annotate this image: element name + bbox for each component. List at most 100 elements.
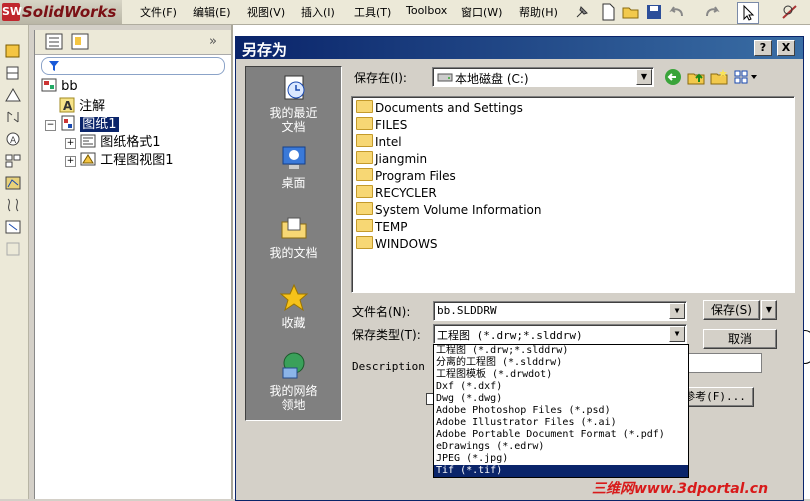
place-favorites[interactable]: 收藏 [246,283,341,330]
projected-view-icon[interactable] [4,65,22,81]
folder-label: Jiangmin [375,152,428,166]
help-button[interactable]: ? [754,40,772,56]
filetype-label: 保存类型(T): [352,328,421,342]
pin-icon[interactable] [572,2,592,22]
filetype-option[interactable]: 工程图 (*.drw;*.slddrw) [434,345,688,357]
expand-panel-icon[interactable]: » [209,34,217,49]
standard-3-view-icon[interactable] [4,153,22,169]
filetype-option[interactable]: Tif (*.tif) [434,465,688,477]
save-icon[interactable] [644,2,664,22]
folder-list[interactable]: Documents and Settings FILES Intel Jiangmin… [351,96,795,293]
save-options-dropdown[interactable]: ▼ [761,300,777,320]
menu-view[interactable]: 视图(V) [247,4,285,20]
auxiliary-view-icon[interactable] [4,87,22,103]
menu-toolbox[interactable]: Toolbox [406,4,447,17]
folder-item[interactable]: Documents and Settings [356,100,523,117]
dialog-title: 另存为 [242,41,288,59]
new-file-icon[interactable] [598,2,618,22]
filetype-option[interactable]: JPEG (*.jpg) [434,453,688,465]
expand-icon[interactable]: + [65,156,76,167]
collapse-icon[interactable]: − [45,120,56,131]
filter-input[interactable] [41,57,225,75]
filetype-option[interactable]: eDrawings (*.edrw) [434,441,688,453]
close-button[interactable]: X [777,40,795,56]
folder-item[interactable]: TEMP [356,219,408,236]
open-folder-icon[interactable] [621,2,641,22]
filename-value: bb.SLDDRW [437,304,497,317]
menu-file[interactable]: 文件(F) [140,4,177,20]
place-network[interactable]: 我的网络 领地 [246,351,341,412]
model-view-icon[interactable] [4,43,22,59]
undo-icon[interactable] [667,2,687,22]
filetype-combo[interactable]: 工程图 (*.drw;*.slddrw) ▼ [433,324,687,344]
filetype-option[interactable]: Adobe Illustrator Files (*.ai) [434,417,688,429]
cancel-button[interactable]: 取消 [703,329,777,349]
chevron-down-icon[interactable]: ▼ [669,326,685,342]
menu-insert[interactable]: 插入(I) [301,4,335,20]
menu-edit[interactable]: 编辑(E) [193,4,231,20]
chevron-down-icon[interactable]: ▼ [669,303,685,319]
folder-icon [356,219,373,232]
folder-item[interactable]: RECYCLER [356,185,437,202]
filetype-option[interactable]: Adobe Photoshop Files (*.psd) [434,405,688,417]
crop-view-icon[interactable] [4,219,22,235]
chevron-down-icon: ▼ [765,305,773,314]
property-manager-tab-icon[interactable] [71,33,89,50]
tree-item-annotations[interactable]: A 注解 [59,95,105,114]
description-input[interactable] [688,353,762,373]
folder-item[interactable]: WINDOWS [356,236,438,253]
filetype-option[interactable]: Dwg (*.dwg) [434,393,688,405]
menu-help[interactable]: 帮助(H) [519,4,558,20]
tree-item-sheet[interactable]: − 图纸1 [45,113,119,132]
filetype-option[interactable]: 工程图模板 (*.drwdot) [434,369,688,381]
back-arrow-icon[interactable] [664,68,682,86]
folder-item[interactable]: System Volume Information [356,202,541,219]
tree-item-sheet-format[interactable]: + 图纸格式1 [65,131,161,150]
chevron-down-icon[interactable]: ▼ [636,69,652,85]
folder-item[interactable]: FILES [356,117,407,134]
tree-item-drawing-view[interactable]: + 工程图视图1 [65,149,174,168]
new-folder-icon[interactable] [710,68,728,86]
filetype-option[interactable]: Dxf (*.dxf) [434,381,688,393]
filename-input[interactable]: bb.SLDDRW ▼ [433,301,687,321]
tree-item-label: bb [61,79,78,94]
save-in-combo[interactable]: 本地磁盘 (C:) ▼ [432,67,654,87]
favorites-star-icon [279,283,308,312]
folder-icon [356,134,373,147]
filetype-option[interactable]: Adobe Portable Document Format (*.pdf) [434,429,688,441]
menu-tools[interactable]: 工具(T) [354,4,391,20]
redo-icon[interactable] [702,2,722,22]
section-view-icon[interactable] [4,109,22,125]
folder-item[interactable]: Program Files [356,168,456,185]
folder-label: FILES [375,118,408,132]
dialog-title-bar: 另存为 ? X [236,37,803,59]
save-button[interactable]: 保存(S) [703,300,760,320]
tree-item-label: 工程图视图1 [100,153,174,168]
break-icon[interactable] [4,197,22,213]
place-recent-documents[interactable]: 我的最近 文档 [246,73,341,134]
alternate-position-icon [6,242,20,256]
select-cursor-icon[interactable] [737,2,759,24]
annotation-a-icon: A [59,97,75,113]
up-folder-icon[interactable] [687,68,705,86]
expand-icon[interactable]: + [65,138,76,149]
app-logo: SW SolidWorks [0,0,122,24]
save-as-dialog: 另存为 ? X 我的最近 文档 桌面 我的文档 收藏 我的网络 领地 保存在(I):… [235,36,804,501]
tree-item-root[interactable]: bb [41,77,78,95]
place-desktop[interactable]: 桌面 [246,143,341,190]
filetype-option[interactable]: 分离的工程图 (*.slddrw) [434,357,688,369]
places-bar: 我的最近 文档 桌面 我的文档 收藏 我的网络 领地 [245,66,342,421]
detail-view-icon[interactable]: A [4,131,22,147]
folder-item[interactable]: Jiangmin [356,151,427,168]
broken-out-section-icon[interactable] [4,175,22,191]
menu-window[interactable]: 窗口(W) [461,4,502,20]
folder-item[interactable]: Intel [356,134,402,151]
filetype-dropdown-list[interactable]: 工程图 (*.drw;*.slddrw) 分离的工程图 (*.slddrw) 工程图… [433,344,689,478]
feature-manager-tab-icon[interactable] [45,33,63,50]
place-my-documents[interactable]: 我的文档 [246,213,341,260]
folder-label: Intel [375,135,402,149]
sketch-icon[interactable] [780,2,800,22]
menu-bar: SW SolidWorks 文件(F) 编辑(E) 视图(V) 插入(I) 工具… [0,0,810,25]
view-menu-icon[interactable] [733,68,759,86]
save-in-value: 本地磁盘 (C:) [455,72,529,86]
